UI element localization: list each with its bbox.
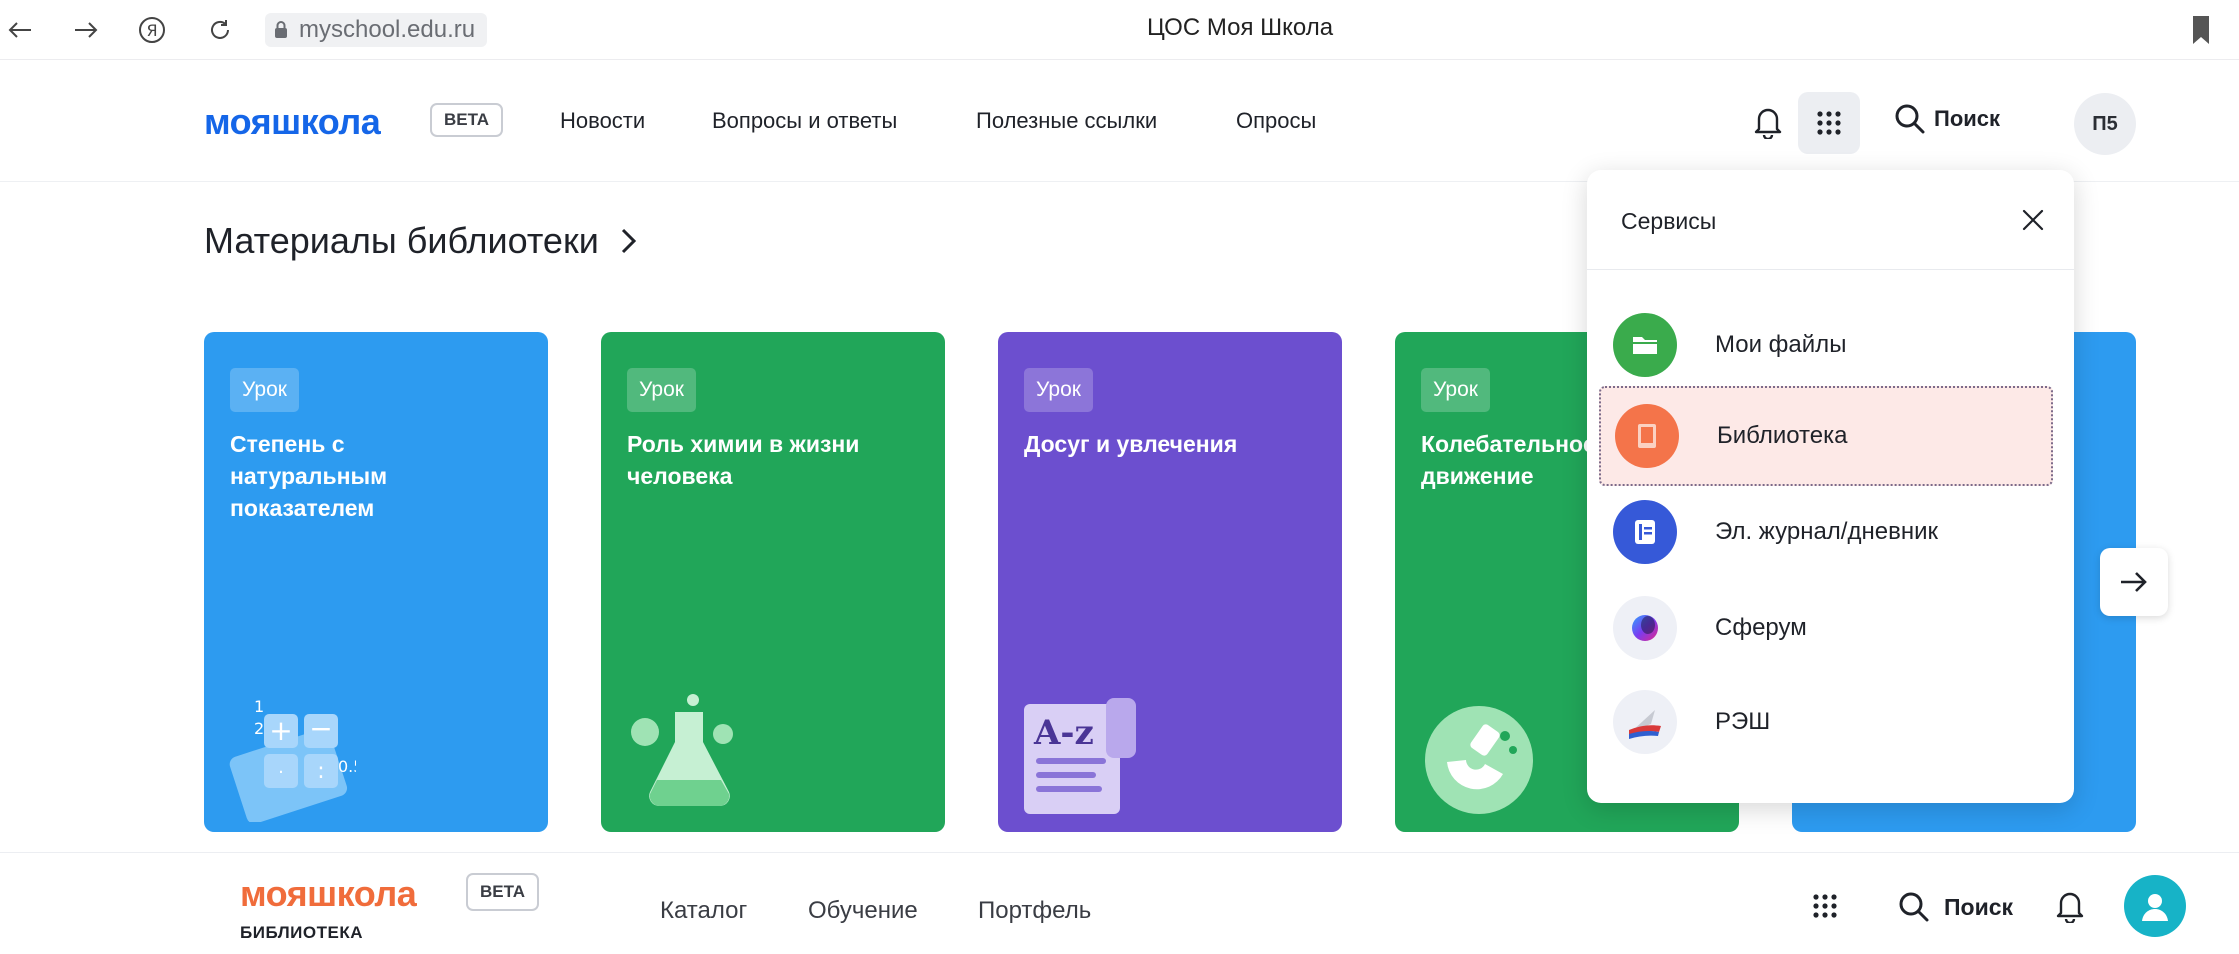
search-icon <box>1899 892 1929 922</box>
avatar[interactable]: П5 <box>2074 93 2136 155</box>
book-icon <box>1615 404 1679 468</box>
search-icon <box>1895 104 1925 134</box>
nav-faq[interactable]: Вопросы и ответы <box>712 108 897 134</box>
section-header[interactable]: Материалы библиотеки <box>204 220 639 262</box>
card-badge: Урок <box>1024 368 1093 412</box>
nav-news[interactable]: Новости <box>560 108 645 134</box>
divider <box>1587 269 2074 270</box>
browser-toolbar: Я myschool.edu.ru ЦОС Моя Школа <box>0 0 2239 60</box>
svg-text:A-z: A-z <box>1033 713 1094 753</box>
search-label: Поиск <box>1944 893 2014 920</box>
forward-icon[interactable] <box>66 10 106 50</box>
library-logo[interactable]: мояшкола <box>240 873 417 915</box>
svg-text::: : <box>317 759 324 784</box>
search-button[interactable]: Поиск <box>1894 103 2000 135</box>
card-title: Степень с натуральным показателем <box>230 431 388 521</box>
library-header: мояшкола BETA БИБЛИОТЕКА Каталог Обучени… <box>0 852 2239 954</box>
card-badge: Урок <box>1421 368 1490 412</box>
chevron-right-icon <box>621 228 636 254</box>
card-title: Досуг и увлечения <box>1024 431 1238 457</box>
service-my-files[interactable]: Мои файлы <box>1599 295 2053 395</box>
site-header: мояшкола BETA Новости Вопросы и ответы П… <box>0 60 2239 182</box>
reload-icon[interactable] <box>200 10 240 50</box>
lesson-card[interactable]: Урок Роль химии в жизни человека <box>601 332 945 832</box>
nav-polls[interactable]: Опросы <box>1236 108 1316 134</box>
close-icon[interactable] <box>2011 198 2055 242</box>
user-icon <box>2142 894 2168 921</box>
svg-text:1: 1 <box>254 697 264 716</box>
service-label: РЭШ <box>1715 708 1771 735</box>
svg-text:−: − <box>309 712 332 745</box>
window-title: ЦОС Моя Школа <box>1146 14 1334 41</box>
user-avatar[interactable] <box>2124 875 2186 937</box>
dictionary-icon: A-z <box>1024 698 1136 814</box>
nav-catalog[interactable]: Каталог <box>660 897 747 925</box>
service-resh[interactable]: РЭШ <box>1599 672 2053 772</box>
lesson-card[interactable]: Урок Досуг и увлечения A-z <box>998 332 1342 832</box>
svg-text:0.5: 0.5 <box>338 757 356 776</box>
search-button[interactable]: Поиск <box>1898 891 2013 923</box>
service-label: Библиотека <box>1717 422 1848 449</box>
card-badge: Урок <box>627 368 696 412</box>
service-sferum[interactable]: Сферум <box>1599 578 2053 678</box>
url-text: myschool.edu.ru <box>299 16 476 43</box>
yandex-icon[interactable]: Я <box>132 10 172 50</box>
folder-icon <box>1613 313 1677 377</box>
service-journal[interactable]: Эл. журнал/дневник <box>1599 482 2053 582</box>
logo[interactable]: мояшкола <box>204 101 381 143</box>
flask-icon <box>631 694 733 806</box>
bell-icon[interactable] <box>2052 887 2088 925</box>
svg-text:·: · <box>278 762 284 783</box>
service-label: Мои файлы <box>1715 331 1847 358</box>
service-library[interactable]: Библиотека <box>1599 386 2053 486</box>
search-label: Поиск <box>1934 106 2001 131</box>
lock-icon <box>275 21 287 38</box>
apps-grid-icon[interactable] <box>1798 92 1860 154</box>
resh-icon <box>1613 690 1677 754</box>
card-badge: Урок <box>230 368 299 412</box>
nav-portfolio[interactable]: Портфель <box>978 897 1091 925</box>
services-title: Сервисы <box>1621 208 1717 234</box>
lesson-card[interactable]: Урок Степень с натуральным показателем +… <box>204 332 548 832</box>
carousel-next-button[interactable] <box>2100 548 2168 616</box>
svg-text:2: 2 <box>254 719 264 738</box>
bookmark-icon[interactable] <box>2190 14 2212 46</box>
address-bar[interactable]: myschool.edu.ru <box>265 13 488 47</box>
services-dropdown: Сервисы Мои файлы Библиотека Эл. журнал/… <box>1587 170 2074 803</box>
svg-text:+: + <box>269 714 292 747</box>
magnet-icon <box>1425 706 1533 814</box>
library-subtitle: БИБЛИОТЕКА <box>240 923 363 942</box>
svg-text:Я: Я <box>146 21 157 40</box>
sferum-icon <box>1613 596 1677 660</box>
beta-badge: BETA <box>430 103 504 137</box>
service-label: Эл. журнал/дневник <box>1715 518 1938 545</box>
nav-useful-links[interactable]: Полезные ссылки <box>976 108 1157 134</box>
arrow-right-icon <box>2121 572 2147 592</box>
back-icon[interactable] <box>0 10 40 50</box>
math-icon: + − · : 1 2 0.5 <box>229 697 356 822</box>
service-label: Сферум <box>1715 614 1807 641</box>
journal-icon <box>1613 500 1677 564</box>
card-title: Роль химии в жизни человека <box>627 431 860 489</box>
bell-icon[interactable] <box>1748 102 1788 142</box>
section-title: Материалы библиотеки <box>204 220 599 261</box>
apps-grid-icon[interactable] <box>1810 891 1840 921</box>
beta-badge: BETA <box>466 873 540 911</box>
nav-learning[interactable]: Обучение <box>808 897 918 925</box>
